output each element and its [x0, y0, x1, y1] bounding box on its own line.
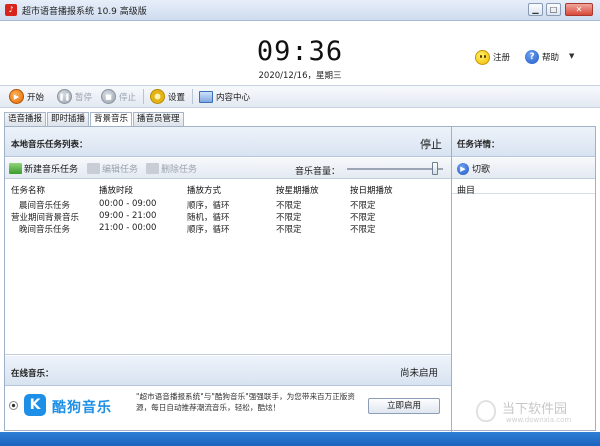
close-button[interactable]: ✕: [565, 3, 593, 16]
stop-label: 停止: [119, 92, 137, 103]
switch-song-button[interactable]: ▶ 切歌: [457, 162, 490, 175]
column-header[interactable]: 按星期播放: [276, 184, 319, 196]
table-row[interactable]: 营业期间背景音乐 09:00 - 21:00 随机，循环 不限定 不限定: [5, 210, 451, 223]
restore-button[interactable]: □: [546, 3, 561, 16]
tab-strip: 语音播报 即时插播 背景音乐 播音员管理: [4, 112, 184, 127]
task-table: 任务名称 播放时段 播放方式 按星期播放 按日期播放 晨间音乐任务 00:00 …: [5, 180, 451, 355]
column-header[interactable]: 按日期播放: [350, 184, 393, 196]
task-weekday: 不限定: [276, 225, 302, 235]
volume-slider-track[interactable]: [347, 168, 443, 170]
task-details-title: 任务详情：: [457, 140, 500, 150]
help-icon: ?: [525, 50, 539, 64]
online-music-status: 尚未启用: [400, 368, 439, 379]
task-mode: 顺序，循环: [187, 225, 230, 235]
task-date: 不限定: [350, 225, 376, 235]
watermark-url: www.downxia.com: [506, 416, 572, 424]
watermark-text: 当下软件园: [502, 402, 568, 417]
task-time: 09:00 - 21:00: [99, 211, 157, 221]
online-music-title: 在线音乐：: [11, 369, 54, 379]
play-icon: ▶: [9, 89, 24, 104]
volume-label: 音乐音量：: [295, 167, 341, 177]
table-row[interactable]: 晚间音乐任务 21:00 - 00:00 顺序，循环 不限定 不限定: [5, 222, 451, 235]
column-header[interactable]: 播放方式: [187, 184, 221, 196]
pause-button[interactable]: ❚❚ 暂停: [57, 88, 92, 105]
tab-background-music[interactable]: 背景音乐: [90, 112, 133, 127]
stop-icon: ■: [101, 89, 116, 104]
watermark-shield-icon: [476, 400, 496, 422]
settings-label: 设置: [168, 92, 186, 103]
minimize-button[interactable]: ▁: [528, 3, 543, 16]
column-header[interactable]: 播放时段: [99, 184, 133, 196]
chevron-down-icon[interactable]: ▼: [569, 52, 574, 60]
help-label: 帮助: [542, 53, 560, 63]
app-logo-icon: ♪: [5, 4, 17, 16]
next-track-icon: ▶: [457, 162, 469, 175]
volume-slider-handle[interactable]: [432, 162, 439, 175]
new-task-label: 新建音乐任务: [24, 165, 79, 175]
kugou-description: "超市语音播报系统"与"酷狗音乐"强强联手，为您带来百万正版资源，每日自动推荐潮…: [136, 392, 355, 412]
enable-now-button[interactable]: 立即启用: [368, 398, 440, 414]
toolbar-divider: [192, 89, 193, 104]
edit-icon: [87, 163, 100, 174]
register-label: 注册: [493, 53, 511, 63]
switch-song-label: 切歌: [472, 165, 491, 175]
column-header[interactable]: 任务名称: [11, 184, 45, 196]
task-list-header: 本地音乐任务列表： 停止: [5, 127, 451, 157]
add-icon: [9, 163, 22, 174]
edit-task-label: 编辑任务: [102, 165, 139, 175]
delete-task-button[interactable]: 删除任务: [146, 162, 197, 175]
tab-voice-broadcast[interactable]: 语音播报: [4, 112, 47, 126]
main-panel: 本地音乐任务列表： 停止 新建音乐任务 编辑任务 删除任务 音乐音量： 任务名称…: [4, 126, 596, 432]
status-bar: [0, 432, 600, 446]
start-label: 开始: [27, 92, 45, 103]
track-column-header: 曲目: [452, 180, 595, 196]
window-title: 超市语音播报系统 10.9 高级版: [22, 7, 147, 17]
kugou-logo-icon: K: [24, 394, 46, 416]
content-center-button[interactable]: 内容中心: [199, 88, 250, 105]
help-link[interactable]: ? 帮助: [525, 49, 559, 65]
tab-announcer-management[interactable]: 播音员管理: [133, 112, 184, 126]
task-details-header: 任务详情：: [452, 127, 595, 157]
stop-button[interactable]: ■ 停止: [101, 88, 136, 105]
toolbar-divider: [143, 89, 144, 104]
smiley-icon: [475, 49, 490, 65]
new-task-button[interactable]: 新建音乐任务: [9, 162, 78, 175]
edit-task-button[interactable]: 编辑任务: [87, 162, 138, 175]
pause-icon: ❚❚: [57, 89, 72, 104]
task-time: 00:00 - 09:00: [99, 199, 157, 209]
kugou-radio[interactable]: [9, 401, 18, 410]
start-button[interactable]: ▶ 开始: [9, 88, 44, 105]
task-list-title: 本地音乐任务列表：: [11, 140, 88, 150]
playback-status: 停止: [420, 138, 442, 151]
register-link[interactable]: 注册: [475, 49, 510, 65]
kugou-brand: 酷狗音乐: [52, 400, 112, 416]
window-icon: [199, 90, 213, 103]
details-toolbar: ▶ 切歌: [452, 158, 595, 179]
online-music-header: 在线音乐： 尚未启用: [5, 356, 451, 386]
task-time: 21:00 - 00:00: [99, 223, 157, 233]
watermark: 当下软件园 www.downxia.com: [476, 398, 596, 428]
settings-button[interactable]: 设置: [150, 88, 185, 105]
content-center-label: 内容中心: [216, 92, 251, 103]
pause-label: 暂停: [75, 92, 93, 103]
tab-instant-insert[interactable]: 即时插播: [47, 112, 90, 126]
gear-icon: [150, 89, 165, 104]
delete-icon: [146, 163, 159, 174]
track-column-label[interactable]: 曲目: [457, 183, 475, 196]
clock-date: 2020/12/16，星期三: [258, 71, 342, 81]
table-row[interactable]: 晨间音乐任务 00:00 - 09:00 顺序，循环 不限定 不限定: [5, 198, 451, 211]
task-name: 晚间音乐任务: [19, 225, 71, 235]
task-toolbar: 新建音乐任务 编辑任务 删除任务 音乐音量：: [5, 158, 451, 179]
delete-task-label: 删除任务: [161, 165, 198, 175]
